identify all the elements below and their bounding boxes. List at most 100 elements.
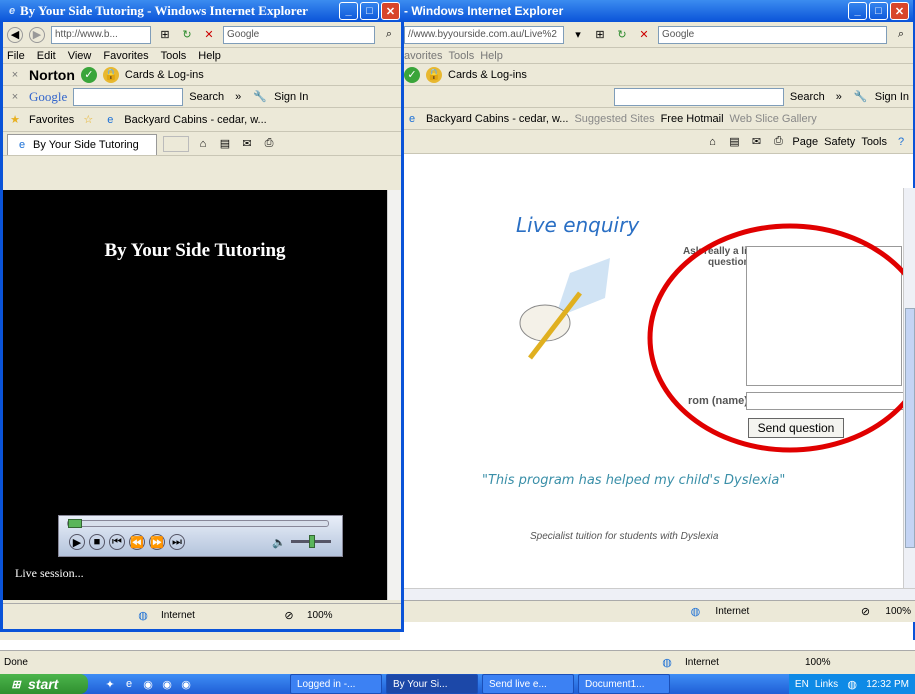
front-google-search-field[interactable] [73,87,184,106]
quick-launch-icon[interactable]: ✦ [102,676,118,692]
print-icon[interactable]: ⎙ [770,134,786,150]
favorites-star-icon[interactable]: ★ [7,112,23,128]
start-button[interactable]: ⊞ start [0,674,88,694]
menu-file[interactable]: File [7,50,25,62]
seek-bar[interactable] [67,519,329,528]
front-title-bar[interactable]: e By Your Side Tutoring - Windows Intern… [0,0,404,22]
outer-zoom[interactable]: 100% [805,657,831,668]
feeds-icon[interactable]: ▤ [217,136,233,152]
back-title-bar[interactable]: - Windows Internet Explorer _ □ ✕ [400,0,913,22]
close-toolbar-icon[interactable]: × [7,67,23,83]
rewind-icon[interactable]: ⏪ [129,534,145,550]
tray-icon[interactable]: ◍ [844,676,860,692]
maximize-button[interactable]: □ [869,2,888,20]
refresh-icon[interactable]: ↻ [614,27,630,43]
close-toolbar-icon[interactable]: × [7,89,23,105]
volume-icon[interactable]: 🔈 [271,534,287,550]
next-icon[interactable]: ⏭ [169,534,185,550]
minimize-button[interactable]: _ [339,2,358,20]
task-send-live[interactable]: Send live e... [482,674,574,694]
google-sign-in[interactable]: Sign In [274,91,308,103]
minimize-button[interactable]: _ [848,2,867,20]
seek-handle[interactable] [68,519,82,528]
fav-hotmail[interactable]: Free Hotmail [661,113,724,125]
search-icon[interactable]: ⌕ [893,27,909,43]
volume-slider[interactable] [291,535,331,548]
wrench-icon[interactable]: 🔧 [252,89,268,105]
back-search-input[interactable]: Google [658,25,887,44]
menu-tools[interactable]: Tools [161,50,187,62]
feeds-icon[interactable]: ▤ [726,134,742,150]
front-address-input[interactable]: http://www.b... [51,25,151,44]
cards-logins-label[interactable]: Cards & Log-ins [448,69,527,81]
cards-logins-label[interactable]: Cards & Log-ins [125,69,204,81]
back-arrow-icon[interactable]: ◀ [7,26,23,43]
help-icon[interactable]: ? [893,134,909,150]
fav-suggested[interactable]: Suggested Sites [574,113,654,125]
dropdown-icon[interactable]: ▾ [570,27,586,43]
cmd-tools[interactable]: Tools [861,136,887,148]
home-icon[interactable]: ⌂ [195,136,211,152]
home-icon[interactable]: ⌂ [704,134,720,150]
menu-tools[interactable]: Tools [449,50,475,62]
scroll-thumb[interactable] [905,308,915,548]
stop-icon[interactable]: ■ [89,534,105,550]
menu-favorites[interactable]: avorites [404,50,443,62]
forward-arrow-icon[interactable]: ▶ [29,26,45,43]
previous-icon[interactable]: ⏮ [109,534,125,550]
links-toolbar[interactable]: Links [815,679,838,690]
check-icon[interactable]: ✓ [404,66,420,83]
back-address-input[interactable]: //www.byyourside.com.au/Live%2 [404,25,564,44]
add-favorite-icon[interactable]: ☆ [80,112,96,128]
quick-launch-icon[interactable]: ◉ [159,676,175,692]
menu-favorites[interactable]: Favorites [103,50,148,62]
close-button[interactable]: ✕ [890,2,909,20]
menu-help[interactable]: Help [480,50,503,62]
cmd-page[interactable]: Page [792,136,818,148]
fav-backyard[interactable]: Backyard Cabins - cedar, w... [124,114,266,126]
fast-forward-icon[interactable]: ⏩ [149,534,165,550]
cmd-safety[interactable]: Safety [824,136,855,148]
back-hscrollbar[interactable] [400,588,915,600]
google-search-button[interactable]: Search [790,91,825,103]
search-icon[interactable]: ⌕ [381,27,397,43]
volume-handle[interactable] [309,535,315,548]
language-indicator[interactable]: EN [795,679,809,690]
menu-help[interactable]: Help [198,50,221,62]
task-logged-in[interactable]: Logged in -... [290,674,382,694]
maximize-button[interactable]: □ [360,2,379,20]
quick-launch-icon[interactable]: ◉ [178,676,194,692]
tab-by-your-side[interactable]: e By Your Side Tutoring [7,133,157,155]
new-tab-icon[interactable] [163,135,189,152]
mail-icon[interactable]: ✉ [239,136,255,152]
stop-icon[interactable]: ✕ [636,27,652,43]
quick-launch-icon[interactable]: ◉ [140,676,156,692]
task-document[interactable]: Document1... [578,674,670,694]
check-icon[interactable]: ✓ [80,66,97,83]
task-by-your-side[interactable]: By Your Si... [386,674,478,694]
compatibility-icon[interactable]: ⊞ [157,27,173,43]
norton-label[interactable]: Norton [29,67,75,83]
menu-view[interactable]: View [68,50,92,62]
back-scrollbar[interactable] [903,188,915,588]
ie-icon[interactable]: e [121,676,137,692]
close-button[interactable]: ✕ [381,2,400,20]
back-zoom[interactable]: 100% [885,606,911,617]
front-search-input[interactable]: Google [223,25,375,44]
google-sign-in[interactable]: Sign In [875,91,909,103]
toolbar-more-icon[interactable]: » [831,89,847,105]
wrench-icon[interactable]: 🔧 [853,89,869,105]
toolbar-more-icon[interactable]: » [230,89,246,105]
fav-webslice[interactable]: Web Slice Gallery [730,113,817,125]
stop-icon[interactable]: ✕ [201,27,217,43]
favorites-button[interactable]: Favorites [29,114,74,126]
google-search-button[interactable]: Search [189,91,224,103]
back-google-search-field[interactable] [613,87,784,106]
play-icon[interactable]: ▶ [69,534,85,550]
mail-icon[interactable]: ✉ [748,134,764,150]
protected-mode-icon[interactable]: ⊘ [281,608,297,624]
menu-edit[interactable]: Edit [37,50,56,62]
refresh-icon[interactable]: ↻ [179,27,195,43]
front-zoom[interactable]: 100% [307,610,333,621]
fav-backyard[interactable]: Backyard Cabins - cedar, w... [426,113,568,125]
